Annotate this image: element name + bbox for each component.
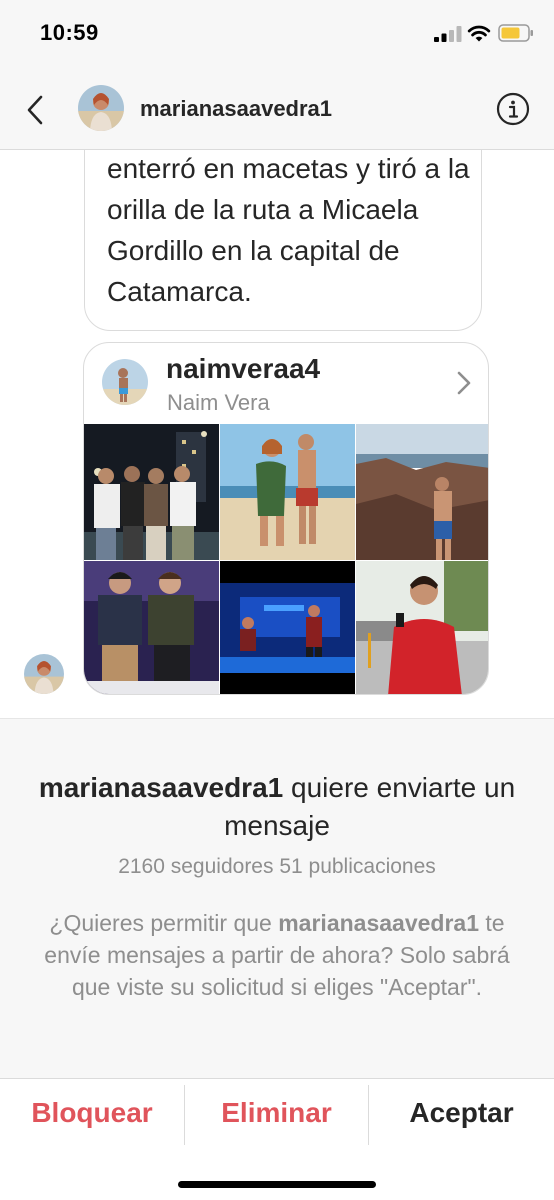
message-thread[interactable]: enterró en macetas y tiró a la orilla de… xyxy=(0,150,554,718)
request-description: ¿Quieres permitir que marianasaavedra1 t… xyxy=(40,907,514,1003)
chevron-left-icon xyxy=(27,95,43,125)
message-bubble[interactable]: enterró en macetas y tiró a la orilla de… xyxy=(84,150,482,331)
photo-thumbnail xyxy=(356,424,488,560)
photo-thumbnail xyxy=(220,561,355,694)
request-stats: 2160 seguidores 51 publicaciones xyxy=(118,855,436,878)
sender-avatar[interactable] xyxy=(24,654,64,694)
battery-icon xyxy=(498,24,533,42)
header-username[interactable]: marianasaavedra1 xyxy=(140,96,332,122)
home-indicator[interactable] xyxy=(178,1181,376,1188)
info-circle-icon[interactable] xyxy=(496,92,530,126)
shared-profile-username: naimveraa4 xyxy=(166,353,321,384)
request-body-username: marianasaavedra1 xyxy=(278,910,479,936)
status-time: 10:59 xyxy=(40,20,99,45)
photo-thumbnail xyxy=(356,561,488,694)
request-username: marianasaavedra1 xyxy=(38,772,284,803)
wifi-icon xyxy=(467,25,491,42)
shared-profile-card[interactable]: naimveraa4 Naim Vera xyxy=(83,342,489,695)
block-button[interactable]: Bloquear xyxy=(0,1079,184,1147)
conversation-header: marianasaavedra1 xyxy=(0,70,554,150)
request-title: marianasaavedra1 quiere enviarte un mens… xyxy=(0,769,554,845)
accept-button[interactable]: Aceptar xyxy=(369,1079,554,1147)
message-request-panel: marianasaavedra1 quiere enviarte un mens… xyxy=(0,718,554,1078)
shared-profile-full-name: Naim Vera xyxy=(167,390,270,415)
header-avatar[interactable] xyxy=(78,85,124,131)
cellular-signal-icon xyxy=(434,26,462,42)
message-text: enterró en macetas y tiró a la orilla de… xyxy=(107,153,470,307)
delete-button[interactable]: Eliminar xyxy=(185,1079,368,1147)
shared-profile-photo-grid xyxy=(84,424,488,694)
chevron-right-icon xyxy=(457,371,471,395)
back-button[interactable] xyxy=(20,90,50,130)
photo-thumbnail xyxy=(84,561,219,694)
status-bar: 10:59 xyxy=(0,0,554,70)
photo-thumbnail xyxy=(84,424,219,560)
shared-profile-avatar xyxy=(102,359,148,405)
request-body-prefix: ¿Quieres permitir que xyxy=(49,910,279,936)
photo-thumbnail xyxy=(220,424,355,560)
